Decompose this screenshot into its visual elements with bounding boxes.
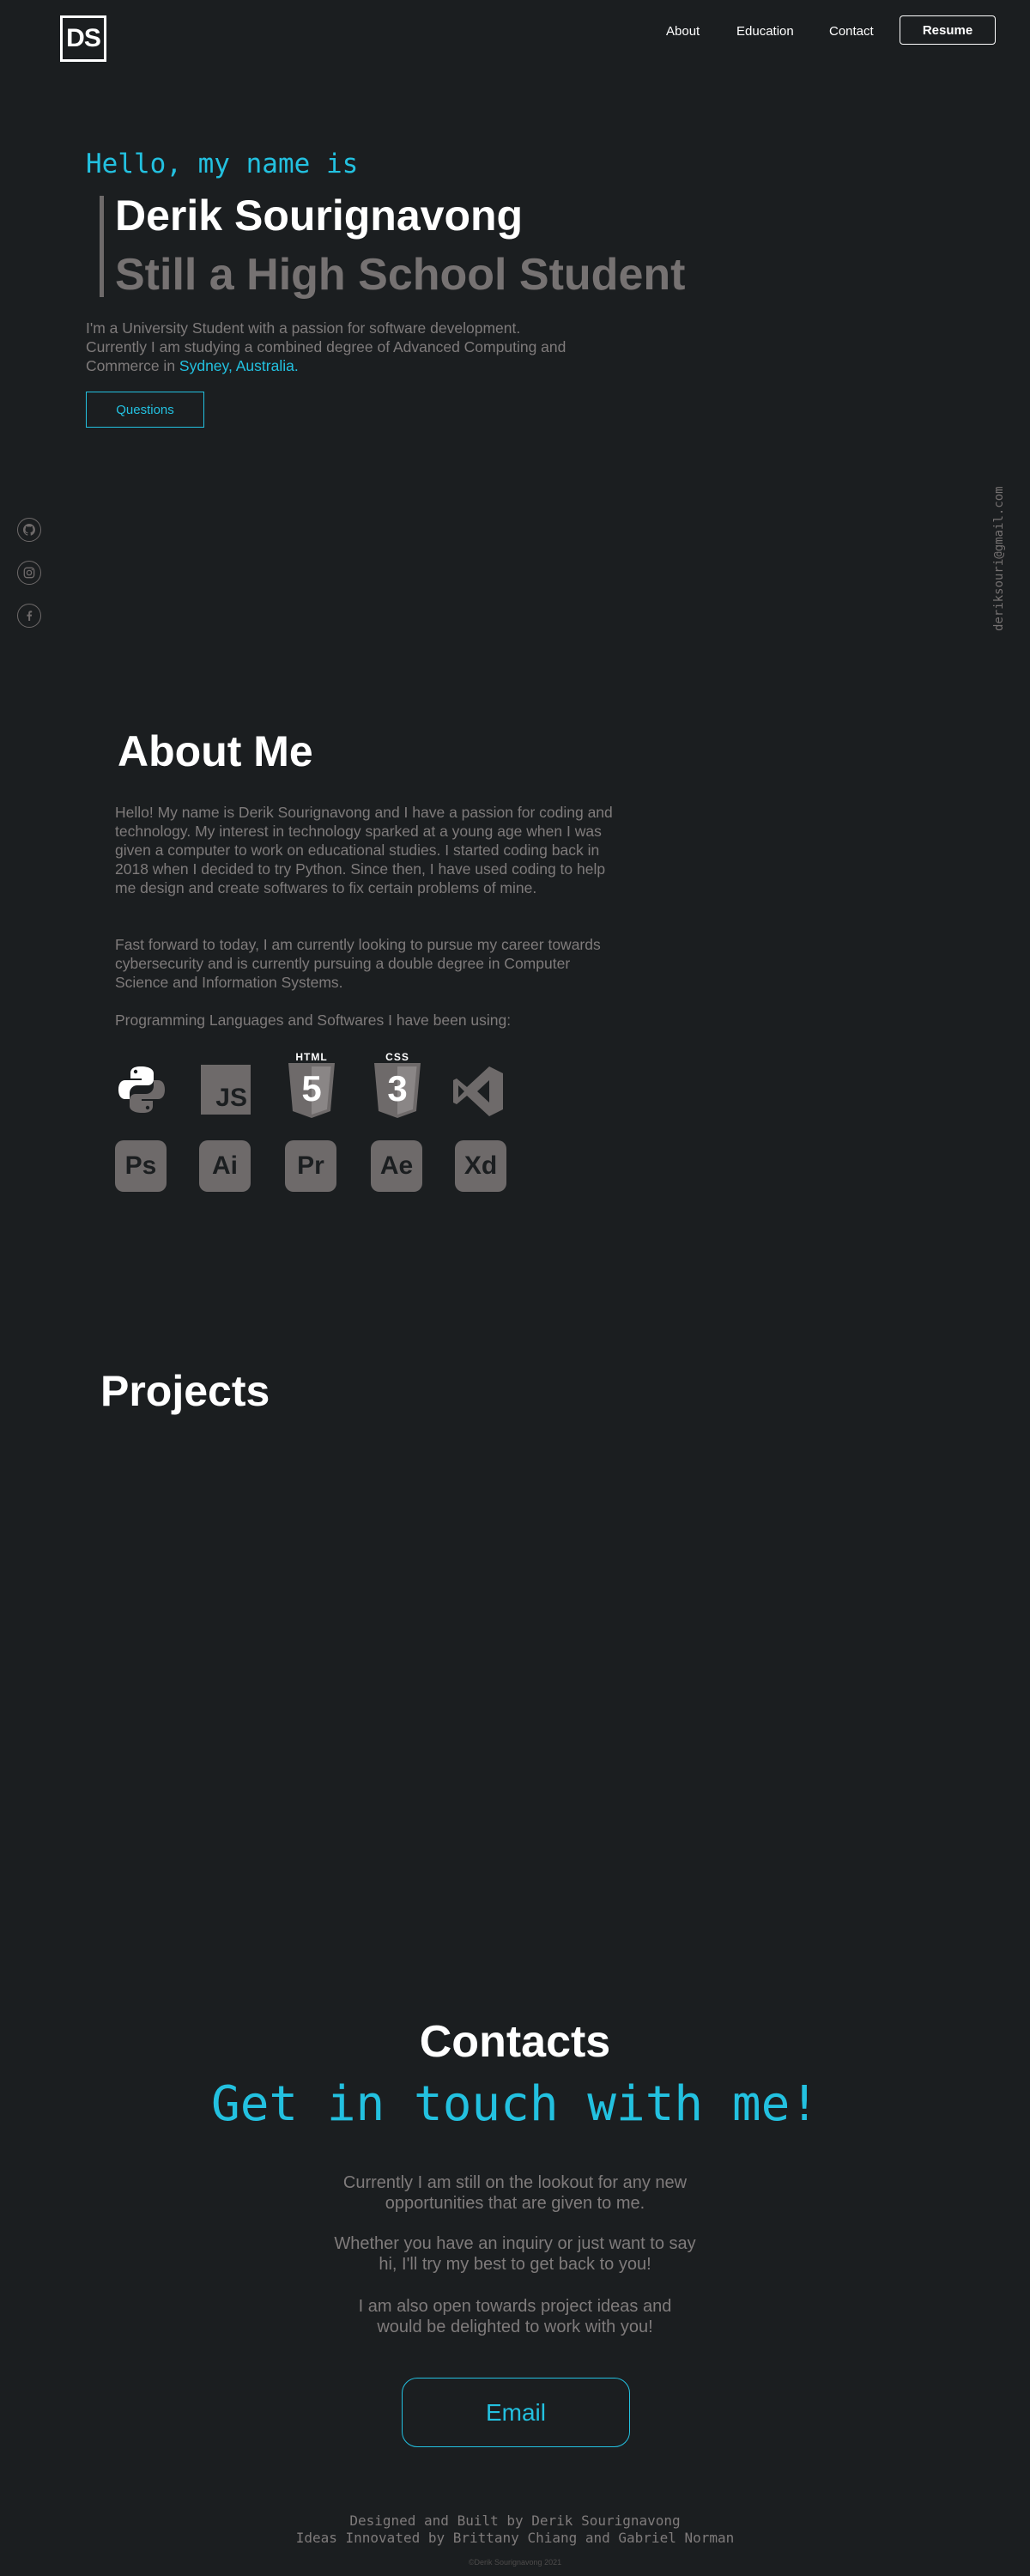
resume-button[interactable]: Resume bbox=[900, 15, 996, 45]
questions-button[interactable]: Questions bbox=[86, 392, 204, 428]
nav-education[interactable]: Education bbox=[736, 24, 794, 39]
premiere-label: Pr bbox=[297, 1151, 324, 1180]
contact-line: Whether you have an inquiry or just want… bbox=[334, 2234, 696, 2253]
about-paragraph: Fast forward to today, I am currently lo… bbox=[115, 936, 601, 991]
contact-paragraph: Whether you have an inquiry or just want… bbox=[0, 2233, 1030, 2275]
contact-paragraph: Currently I am still on the lookout for … bbox=[0, 2172, 1030, 2214]
facebook-icon bbox=[27, 611, 33, 621]
javascript-icon: JS bbox=[201, 1065, 251, 1115]
illustrator-icon: Ai bbox=[199, 1140, 251, 1192]
hero-desc-line: I'm a University Student with a passion … bbox=[86, 319, 521, 337]
javascript-label: JS bbox=[215, 1084, 247, 1112]
hero-greeting: Hello, my name is bbox=[86, 149, 359, 179]
skills-heading: Programming Languages and Softwares I ha… bbox=[115, 1012, 512, 1029]
email-button[interactable]: Email bbox=[402, 2378, 630, 2447]
python-icon bbox=[115, 1063, 168, 1116]
photoshop-label: Ps bbox=[124, 1151, 157, 1180]
css3-number: 3 bbox=[387, 1068, 408, 1109]
footer-copyright: ©Derik Sourignavong 2021 bbox=[468, 2558, 562, 2567]
hero-accent-bar bbox=[100, 196, 104, 297]
projects-title: Projects bbox=[100, 1367, 270, 1415]
footer-inspiration: Ideas Innovated by Brittany Chiang and G… bbox=[295, 2530, 735, 2546]
xd-icon: Xd bbox=[455, 1140, 506, 1192]
logo[interactable]: DS bbox=[60, 15, 106, 62]
contact-line: would be delighted to work with you! bbox=[377, 2318, 653, 2336]
css3-icon: CSS 3 bbox=[371, 1051, 424, 1120]
about-title: About Me bbox=[118, 727, 313, 775]
hero-desc-line: Currently I am studying a combined degre… bbox=[86, 338, 566, 355]
nav-contact[interactable]: Contact bbox=[829, 24, 874, 39]
hero-location: Sydney, Australia. bbox=[179, 357, 299, 374]
footer-credit: Designed and Built by Derik Sourignavong bbox=[349, 2512, 681, 2529]
html5-icon: HTML 5 bbox=[285, 1051, 338, 1120]
contact-line: hi, I'll try my best to get back to you! bbox=[379, 2255, 651, 2274]
premiere-icon: Pr bbox=[285, 1140, 336, 1192]
contacts-title: Contacts bbox=[419, 2017, 611, 2067]
contacts-subtitle: Get in touch with me! bbox=[210, 2076, 819, 2132]
instagram-link[interactable] bbox=[17, 561, 41, 585]
html5-number: 5 bbox=[301, 1068, 322, 1109]
instagram-icon bbox=[23, 567, 35, 579]
after-effects-icon: Ae bbox=[371, 1140, 422, 1192]
hero-desc-line: Commerce in bbox=[86, 357, 179, 374]
xd-label: Xd bbox=[464, 1151, 498, 1180]
nav-about[interactable]: About bbox=[666, 24, 700, 39]
contact-line: opportunities that are given to me. bbox=[385, 2194, 645, 2213]
logo-text: DS bbox=[66, 24, 101, 52]
css3-label: CSS bbox=[385, 1051, 409, 1063]
illustrator-label: Ai bbox=[212, 1151, 238, 1180]
hero-tagline: Still a High School Student bbox=[115, 250, 686, 300]
hero-name: Derik Sourignavong bbox=[115, 191, 524, 240]
photoshop-icon: Ps bbox=[115, 1140, 167, 1192]
github-icon bbox=[23, 524, 35, 536]
contact-line: Currently I am still on the lookout for … bbox=[342, 2173, 688, 2192]
hero-description: I'm a University Student with a passion … bbox=[86, 319, 618, 375]
visual-studio-icon bbox=[451, 1065, 505, 1118]
github-link[interactable] bbox=[17, 518, 41, 542]
about-paragraph: Hello! My name is Derik Sourignavong and… bbox=[115, 804, 613, 896]
side-email-link[interactable]: deriksouri@gmail.com bbox=[992, 486, 1006, 631]
after-effects-label: Ae bbox=[379, 1151, 414, 1180]
html5-label: HTML bbox=[295, 1051, 328, 1063]
facebook-link[interactable] bbox=[17, 604, 41, 628]
contact-line: I am also open towards project ideas and bbox=[358, 2297, 672, 2316]
contact-paragraph: I am also open towards project ideas and… bbox=[0, 2296, 1030, 2337]
